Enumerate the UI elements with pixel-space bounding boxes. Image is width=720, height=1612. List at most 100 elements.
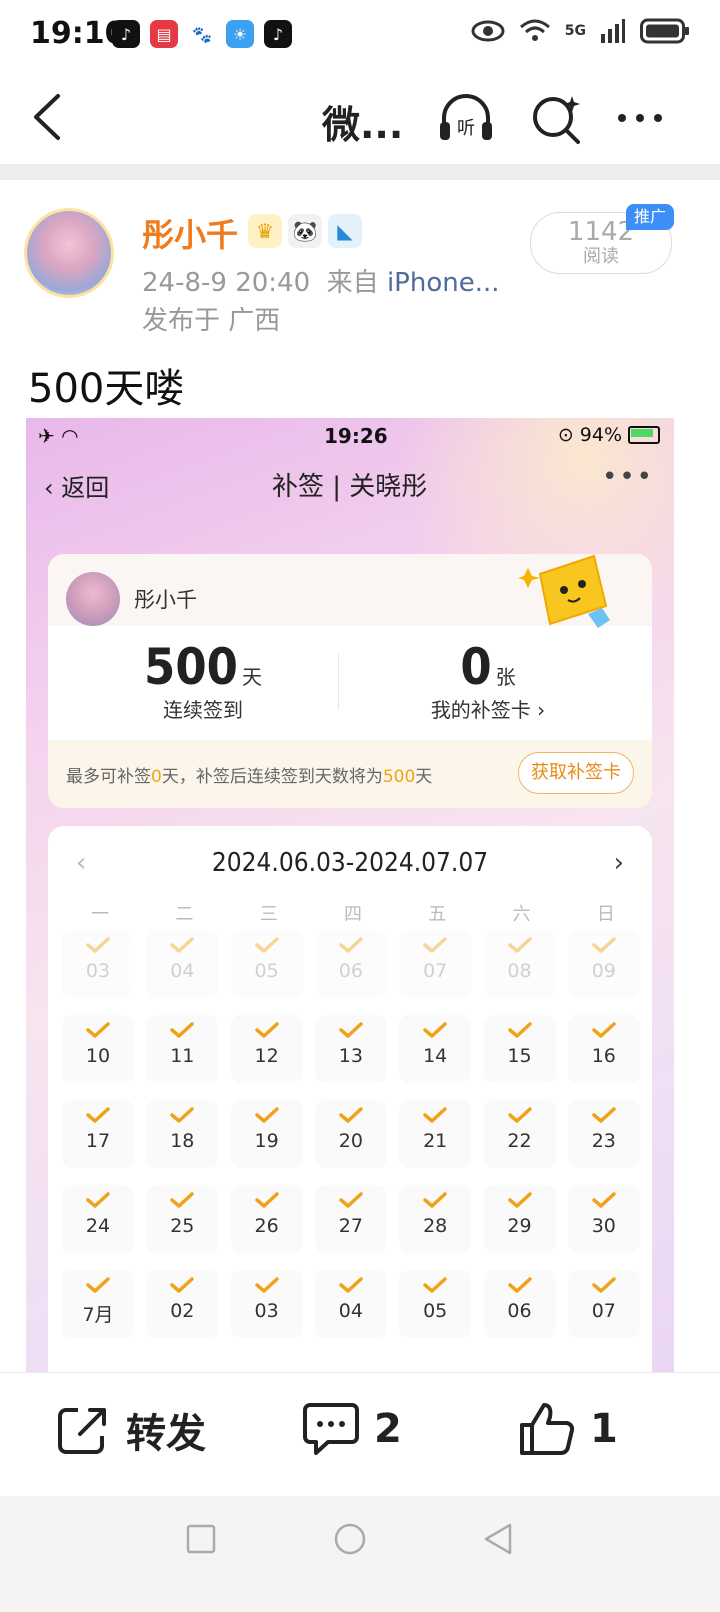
checkmark-icon [592, 937, 616, 953]
checkmark-icon [170, 1022, 195, 1038]
home-icon[interactable] [333, 1522, 367, 1556]
post-text: 500天喽 [28, 366, 185, 412]
checkmark-icon [86, 1022, 110, 1038]
calendar-next-icon: › [613, 848, 624, 878]
svg-text:听: 听 [457, 118, 475, 139]
makeup-tip: 最多可补签0天，补签后连续签到天数将为500天 [66, 762, 432, 787]
calendar-day-number: 10 [85, 1045, 111, 1067]
calendar-day-number: 04 [170, 960, 195, 982]
checkmark-icon [507, 1192, 532, 1208]
shark-badge-icon[interactable]: ◣ [328, 214, 362, 248]
weather-icon: ☀ [226, 20, 254, 48]
makeup-card-label: 我的补签卡 › [408, 694, 568, 723]
makeup-card-label-text: 我的补签卡 [430, 698, 531, 722]
source-prefix: 来自 [326, 268, 379, 298]
streak-label: 连续签到 [163, 698, 243, 722]
calendar-day-number: 12 [254, 1045, 279, 1067]
checkmark-icon [507, 1277, 532, 1293]
image-user-name: 彤小千 [134, 588, 197, 612]
chevron-right-icon: › [537, 698, 546, 722]
calendar-day-cell: 26 [230, 1185, 303, 1253]
calendar-day-number: 07 [423, 960, 448, 982]
calendar-day-number: 06 [507, 1300, 532, 1322]
author-name[interactable]: 彤小千 [142, 210, 238, 256]
network-type: 5G [564, 23, 586, 39]
checkmark-icon [254, 1107, 279, 1123]
weekday-label: 五 [428, 904, 447, 925]
calendar-day-cell: 16 [567, 1015, 640, 1083]
makeup-tip-strip: 最多可补签0天，补签后连续签到天数将为500天 获取补签卡 [48, 740, 652, 808]
calendar-day-number: 03 [254, 1300, 279, 1322]
search-spark-icon[interactable] [526, 88, 586, 148]
author-avatar[interactable] [24, 208, 114, 298]
checkmark-icon [339, 1022, 363, 1038]
back-arrow-icon[interactable] [28, 92, 68, 142]
repost-button[interactable]: 转发 [56, 1401, 206, 1459]
calendar-day-number: 24 [85, 1215, 111, 1237]
calendar-day-cell: 30 [567, 1185, 640, 1253]
comment-count: 2 [374, 1406, 402, 1452]
baidu-icon: 🐾 [188, 20, 216, 48]
checkmark-icon [339, 1277, 363, 1293]
checkmark-icon [254, 937, 279, 953]
status-indicators: 5G [471, 18, 690, 44]
post-location: 发布于 广西 [142, 306, 281, 336]
signal-icon [601, 19, 625, 43]
calendar-day-number: 30 [591, 1215, 616, 1237]
checkmark-icon [170, 1107, 195, 1123]
calendar-day-number: 13 [338, 1045, 363, 1067]
image-lock-icon: ⊙ [557, 424, 574, 446]
checkmark-icon [170, 937, 195, 953]
calendar-day-cell: 10 [62, 1015, 134, 1083]
calendar-day-number: 16 [591, 1045, 616, 1067]
post-source[interactable]: iPhone... [387, 268, 500, 298]
weekday-label: 四 [343, 904, 362, 925]
nav-title: 微... [322, 103, 404, 147]
checkmark-icon [592, 1107, 616, 1123]
headphones-listen-icon[interactable]: 听 [436, 88, 496, 148]
tip-part-d: 500 [382, 767, 416, 787]
checkmark-icon [592, 1192, 616, 1208]
crown-badge-icon[interactable]: ♛ [248, 214, 282, 248]
recent-apps-icon[interactable] [186, 1524, 216, 1554]
image-airplane-wifi-icons: ✈ ◠ [38, 424, 79, 448]
calendar-day-number: 05 [423, 1300, 448, 1322]
wifi-icon [519, 19, 550, 41]
post-image[interactable]: ✈ ◠ 19:26 ⊙ 94% ‹ 返回 补签 | 关晓彤 ••• 彤小千 50… [26, 418, 674, 1378]
calendar-day-number: 23 [591, 1130, 616, 1152]
image-user-avatar [66, 572, 120, 626]
comment-button[interactable]: 2 [302, 1401, 402, 1457]
post-date: 24-8-9 20:40 [142, 268, 311, 298]
checkmark-icon [339, 1192, 363, 1208]
calendar-day-cell: 09 [567, 930, 640, 998]
checkmark-icon [339, 1107, 363, 1123]
calendar-day-number: 17 [85, 1130, 111, 1152]
top-nav: 微... 听 [0, 72, 720, 164]
more-options-icon[interactable] [612, 88, 672, 148]
stat-divider [338, 654, 339, 710]
calendar-day-number: 05 [254, 960, 279, 982]
checkmark-icon [423, 1022, 447, 1038]
calendar-day-cell: 14 [399, 1015, 472, 1083]
checkmark-icon [86, 937, 110, 953]
calendar-day-cell: 08 [483, 930, 556, 998]
calendar-day-number: 22 [507, 1130, 532, 1152]
calendar-day-cell: 05 [399, 1270, 472, 1338]
calendar-day-number: 27 [338, 1215, 363, 1237]
back-triangle-icon[interactable] [482, 1522, 514, 1556]
image-back-chevron-icon: ‹ [44, 474, 62, 502]
calendar-day-cell: 06 [314, 930, 387, 998]
calendar-day-cell: 20 [314, 1100, 387, 1168]
makeup-card-stat: 0张 我的补签卡 › [408, 638, 568, 723]
calendar-day-number: 7月 [82, 1304, 114, 1326]
calendar-day-number: 15 [507, 1045, 532, 1067]
image-status-right: ⊙ 94% [558, 424, 660, 446]
checkmark-icon [254, 1022, 279, 1038]
panda-badge-icon[interactable]: 🐼 [288, 214, 322, 248]
calendar-day-cell: 05 [230, 930, 303, 998]
calendar-day-cell: 13 [314, 1015, 387, 1083]
checkmark-icon [170, 1277, 195, 1293]
calendar-day-cell: 27 [314, 1185, 387, 1253]
calendar-day-cell: 23 [567, 1100, 640, 1168]
like-button[interactable]: 1 [518, 1401, 618, 1457]
